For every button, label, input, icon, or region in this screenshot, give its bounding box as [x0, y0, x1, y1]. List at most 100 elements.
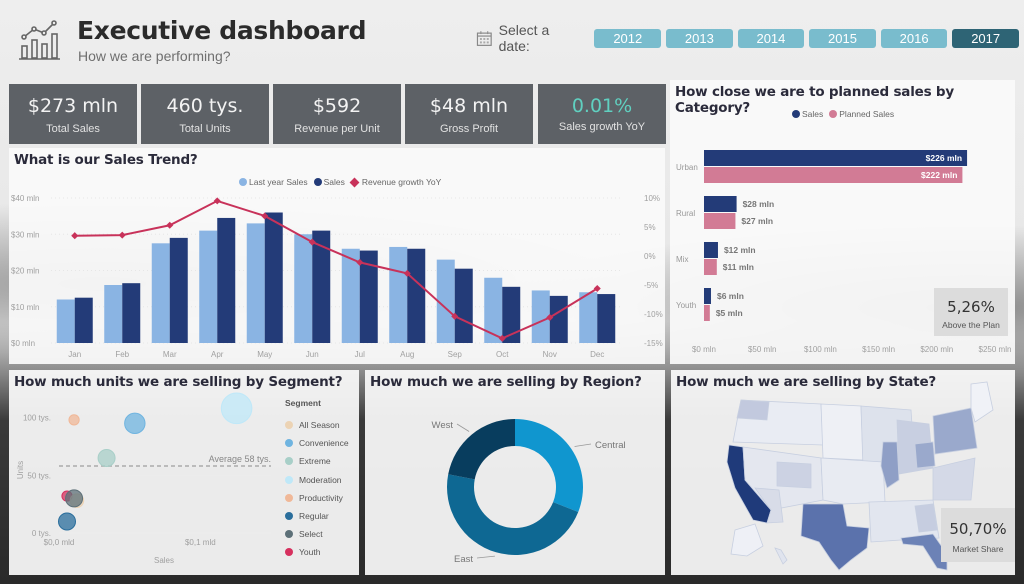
y2-tick-label: 5%	[644, 223, 656, 232]
map-state-new-york-pennsylvania[interactable]	[932, 407, 978, 455]
y-tick-label: 100 tys.	[23, 414, 51, 423]
map-region-central[interactable]	[820, 457, 886, 505]
revenue-growth-point	[166, 221, 174, 229]
x-tick-label: Nov	[543, 350, 557, 359]
legend-item-extreme[interactable]: Extreme	[285, 452, 349, 470]
legend-label: Regular	[299, 511, 329, 522]
x-tick-label: $150 mln	[862, 345, 895, 354]
kpi-value: $48 mln	[429, 95, 509, 117]
bubble-productivity	[68, 414, 80, 426]
y-tick-label: $10 mln	[11, 303, 39, 312]
date-picker: Select a date: 2012 2013 2014 2015 2016 …	[476, 22, 1024, 54]
x-tick-label: Aug	[400, 350, 414, 359]
year-button-2016[interactable]: 2016	[880, 28, 948, 48]
page-subtitle: How we are performing?	[78, 48, 231, 64]
map-state-ohio[interactable]	[914, 441, 936, 469]
x-tick-label: $50 mln	[748, 345, 776, 354]
kpi-value: 0.01%	[571, 95, 633, 117]
y-tick-label: $40 mln	[11, 194, 39, 203]
bar-last-year-sales	[246, 223, 265, 343]
bar-sales	[549, 295, 568, 343]
sales-trend-chart: $0 mln $10 mln $20 mln $30 mln $40 mln -15% -1…	[11, 194, 663, 359]
legend-item-regular[interactable]: Regular	[285, 507, 349, 525]
leader-line	[476, 555, 495, 559]
data-label: $6 mln	[717, 291, 744, 301]
data-label: $5 mln	[716, 308, 743, 318]
x-tick-label: Sep	[448, 350, 463, 359]
bar-planned-sales	[704, 259, 717, 275]
card-label: Market Share	[952, 544, 1004, 554]
bar-last-year-sales	[56, 299, 75, 343]
y-tick-label: $30 mln	[11, 230, 39, 239]
year-button-2017[interactable]: 2017	[952, 28, 1019, 48]
year-button-2012[interactable]: 2012	[594, 28, 662, 48]
bar-last-year-sales	[151, 243, 170, 343]
kpi-sales-growth: 0.01% Sales growth YoY	[538, 84, 666, 144]
legend-title: Segment	[285, 398, 321, 408]
market-share-card: 50,70% Market Share	[941, 508, 1015, 562]
map-region-mid-atlantic[interactable]	[932, 457, 976, 501]
map-state-washington[interactable]	[736, 399, 770, 421]
legend-label: Youth	[299, 547, 321, 558]
kpi-value: 460 tys.	[166, 95, 244, 117]
legend-label: All Season	[299, 420, 340, 431]
bar-planned-sales	[704, 213, 736, 229]
x-axis-title: Sales	[154, 556, 174, 565]
date-label: Select a date:	[498, 22, 550, 54]
legend-item-select[interactable]: Select	[285, 525, 349, 543]
map-state-hawaii[interactable]	[774, 547, 788, 565]
map-state-georgia[interactable]	[914, 503, 938, 533]
kpi-label: Total Sales	[46, 123, 100, 135]
map-state-colorado[interactable]	[776, 461, 812, 489]
bubble-moderation	[220, 392, 253, 425]
bar-sales	[122, 283, 141, 343]
average-label: Average 58 tys.	[209, 454, 271, 464]
category-label: Mix	[676, 255, 688, 264]
kpi-total-sales: $273 mln Total Sales	[9, 84, 137, 144]
kpi-label: Sales growth YoY	[558, 121, 646, 133]
y-axis-title: Units	[16, 461, 25, 479]
map-state-alaska[interactable]	[730, 523, 764, 557]
legend-dot	[285, 421, 293, 430]
legend-label: Extreme	[299, 456, 331, 467]
legend-item-productivity[interactable]: Productivity	[285, 489, 349, 507]
year-button-2013[interactable]: 2013	[666, 28, 733, 48]
data-label: $11 mln	[723, 262, 754, 272]
bar-sales	[169, 237, 188, 343]
category-label: Rural	[676, 209, 695, 218]
map-state-texas[interactable]	[800, 503, 870, 571]
year-button-2015[interactable]: 2015	[809, 28, 876, 48]
y2-tick-label: -5%	[644, 281, 658, 290]
y-tick-label: $0 mln	[11, 339, 35, 348]
legend-item-moderation[interactable]: Moderation	[285, 471, 349, 489]
revenue-growth-point	[118, 231, 126, 239]
bar-sales	[74, 297, 93, 343]
legend-item-convenience[interactable]: Convenience	[285, 434, 349, 452]
legend-item-youth[interactable]: Youth	[285, 543, 349, 561]
above-plan-card: 5,26% Above the Plan	[934, 288, 1008, 336]
x-tick-label: Jul	[355, 350, 365, 359]
card-value: 5,26%	[947, 298, 995, 316]
bar-planned-sales	[704, 305, 710, 321]
bar-last-year-sales	[104, 285, 123, 343]
bubble-regular	[58, 512, 76, 531]
x-tick-label: $100 mln	[804, 345, 837, 354]
map-region-north-central[interactable]	[820, 403, 864, 461]
bubble-extreme	[97, 448, 116, 467]
data-label: $226 mln	[926, 153, 962, 163]
legend-item-all-season[interactable]: All Season	[285, 416, 349, 434]
x-tick-label: Dec	[590, 350, 604, 359]
year-button-2014[interactable]: 2014	[737, 28, 805, 48]
bar-last-year-sales	[389, 246, 408, 343]
bar-sales	[407, 248, 426, 343]
state-panel: How much we are selling by State? 50,70%…	[671, 370, 1015, 575]
map-region-new-england[interactable]	[970, 381, 994, 423]
y2-tick-label: -15%	[644, 339, 663, 348]
kpi-label: Total Units	[179, 123, 231, 135]
kpi-value: $592	[312, 95, 362, 117]
y-tick-label: $20 mln	[11, 267, 39, 276]
legend-label: Moderation	[299, 474, 342, 485]
x-tick-label: Jan	[68, 350, 81, 359]
header: Executive dashboard How we are performin…	[0, 0, 1024, 80]
kpi-label: Revenue per Unit	[294, 123, 380, 135]
